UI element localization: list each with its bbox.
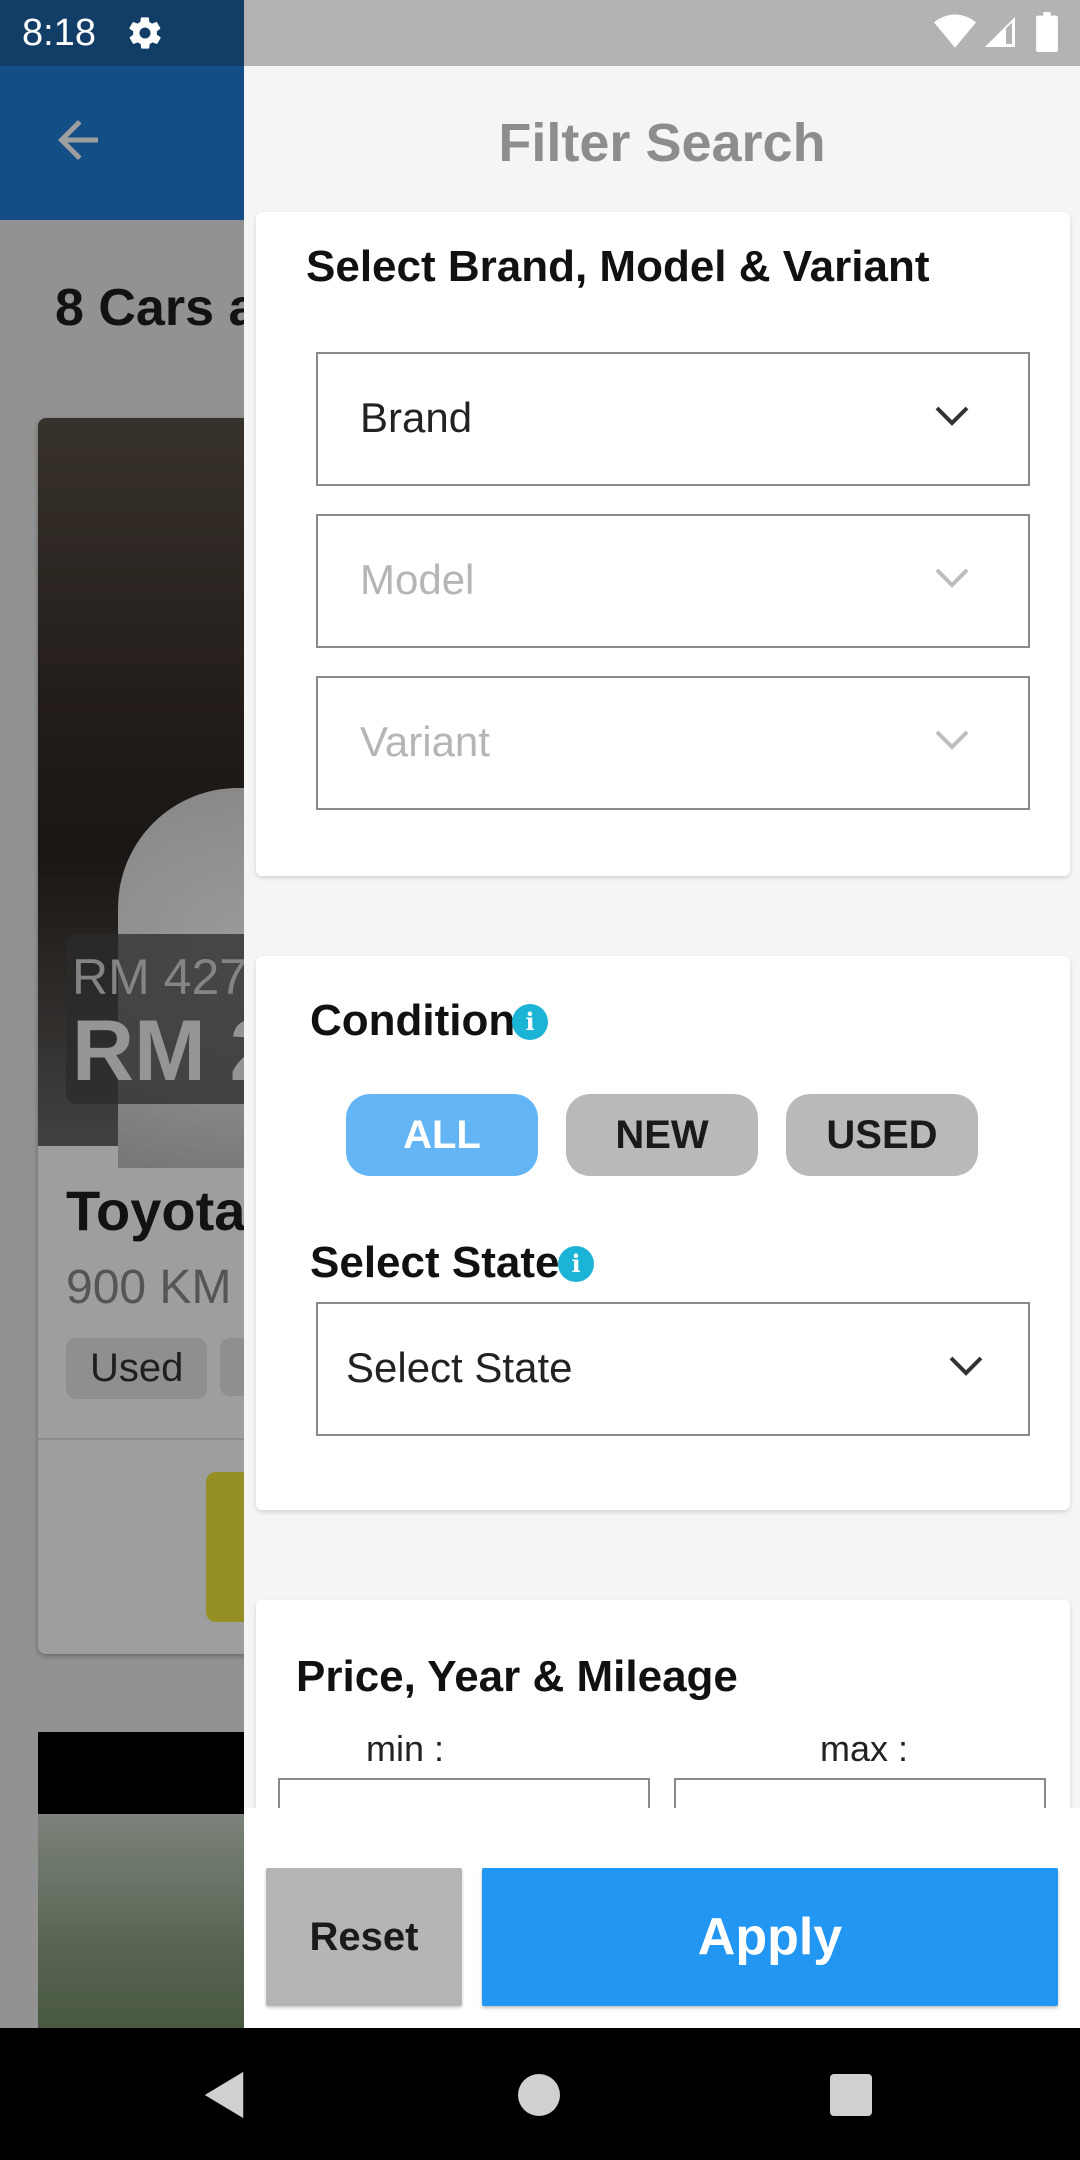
condition-new-button[interactable]: NEW bbox=[566, 1094, 758, 1176]
apply-button[interactable]: Apply bbox=[482, 1868, 1058, 2006]
battery-icon bbox=[1036, 12, 1058, 52]
condition-info-icon[interactable]: i bbox=[512, 1004, 548, 1040]
drawer-title: Filter Search bbox=[498, 113, 826, 173]
nav-recents-icon[interactable] bbox=[830, 2074, 872, 2116]
max-label: max : bbox=[820, 1728, 909, 1769]
chevron-down-icon bbox=[949, 1356, 983, 1376]
condition-title: Condition bbox=[310, 996, 516, 1045]
chevron-down-icon bbox=[935, 568, 969, 588]
state-info-icon[interactable]: i bbox=[558, 1246, 594, 1282]
condition-used-button[interactable]: USED bbox=[786, 1094, 978, 1176]
brand-dropdown-label: Brand bbox=[360, 394, 473, 441]
signal-icon bbox=[985, 17, 1015, 47]
model-dropdown-label: Model bbox=[360, 556, 475, 603]
state-title: Select State bbox=[310, 1238, 560, 1287]
state-dropdown-label: Select State bbox=[346, 1344, 573, 1391]
nav-home-icon[interactable] bbox=[518, 2074, 560, 2116]
condition-state-card: Condition i ALL NEW USED Select State i … bbox=[256, 956, 1070, 1510]
chevron-down-icon bbox=[935, 730, 969, 750]
brand-model-variant-card: Select Brand, Model & Variant Brand Mode… bbox=[256, 212, 1070, 876]
price-section-title: Price, Year & Mileage bbox=[296, 1652, 738, 1701]
wifi-icon bbox=[934, 14, 976, 48]
condition-all-button[interactable]: ALL bbox=[346, 1094, 538, 1176]
brand-dropdown[interactable]: Brand bbox=[316, 352, 1030, 486]
nav-back-icon[interactable] bbox=[200, 2070, 248, 2120]
reset-button[interactable]: Reset bbox=[266, 1868, 462, 2006]
chevron-down-icon bbox=[935, 406, 969, 426]
gear-icon bbox=[129, 17, 161, 49]
variant-dropdown[interactable]: Variant bbox=[316, 676, 1030, 810]
filter-drawer: Filter Search Select Brand, Model & Vari… bbox=[244, 66, 1080, 2028]
min-label: min : bbox=[366, 1728, 445, 1769]
brand-section-title: Select Brand, Model & Variant bbox=[306, 242, 930, 291]
variant-dropdown-label: Variant bbox=[360, 718, 490, 765]
filter-action-bar: Reset Apply bbox=[244, 1808, 1080, 2028]
status-bar-left: 8:18 bbox=[0, 0, 244, 66]
status-clock: 8:18 bbox=[22, 12, 96, 54]
model-dropdown[interactable]: Model bbox=[316, 514, 1030, 648]
system-nav-bar bbox=[0, 2028, 1080, 2160]
state-dropdown[interactable]: Select State bbox=[316, 1302, 1030, 1436]
